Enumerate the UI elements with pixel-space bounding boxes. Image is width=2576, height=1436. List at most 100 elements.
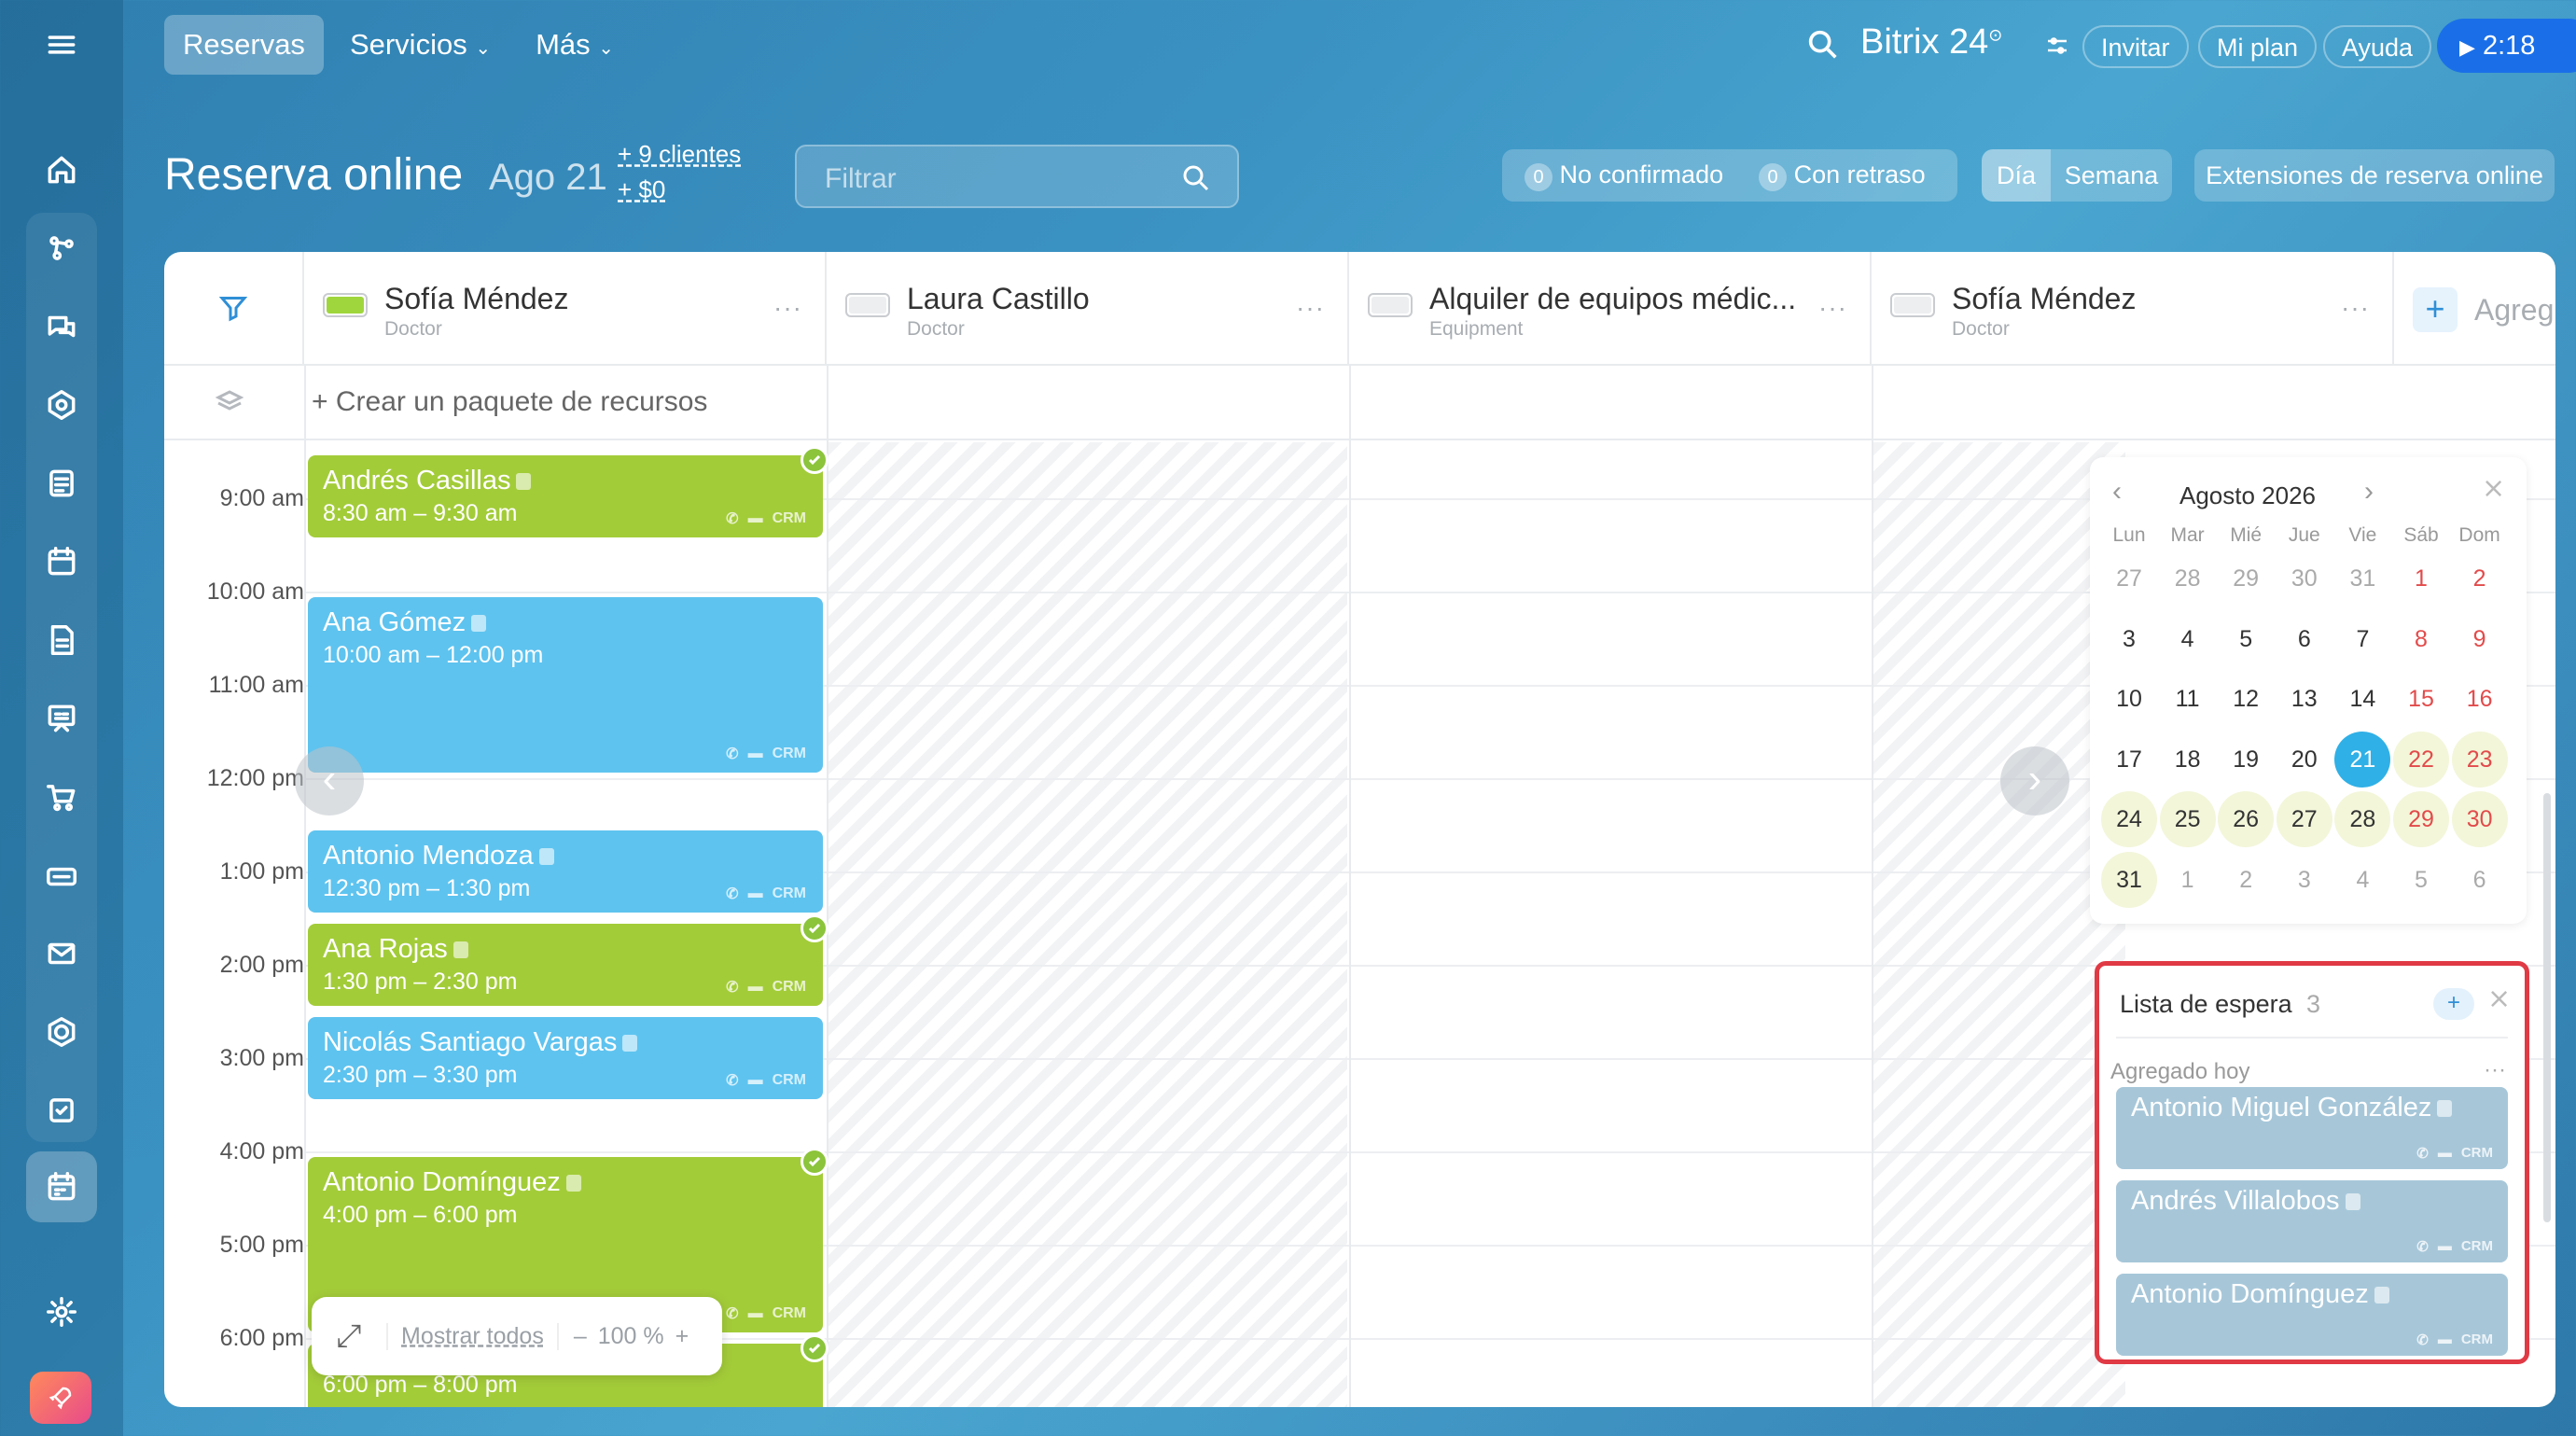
chat-icon[interactable]: ▬ <box>2438 1331 2452 1348</box>
zoom-in-button[interactable]: + <box>675 1323 689 1350</box>
clients-link[interactable]: + 9 clientes <box>618 140 741 169</box>
calendar-day[interactable]: 29 <box>2393 791 2449 848</box>
calendar-day[interactable]: 20 <box>2277 732 2332 788</box>
waitlist-item[interactable]: Antonio Miguel González ✆ ▬ CRM <box>2116 1087 2508 1169</box>
collapse-icon[interactable]: ⨯ <box>2482 472 2505 505</box>
calendar-day[interactable]: 6 <box>2452 852 2508 908</box>
phone-icon[interactable]: ✆ <box>2416 1145 2429 1162</box>
calendar-day[interactable]: 21 <box>2334 731 2391 788</box>
collapse-icon[interactable]: ⨯ <box>2487 983 2511 1015</box>
calendar-day[interactable]: 27 <box>2101 551 2157 606</box>
phone-icon[interactable]: ✆ <box>726 509 738 528</box>
calendar-day[interactable]: 24 <box>2101 791 2157 848</box>
timer-button[interactable]: ▶ 2:18 <box>2437 19 2576 73</box>
phone-icon[interactable]: ✆ <box>726 745 738 763</box>
more-icon[interactable]: ··· <box>1818 293 1847 323</box>
settings-icon[interactable] <box>26 1276 97 1347</box>
booking-card[interactable]: Ana Gómez 10:00 am – 12:00 pm ✆ ▬ CRM <box>308 597 823 773</box>
resource-header[interactable]: Laura Castillo Doctor ··· <box>827 252 1349 366</box>
view-day-button[interactable]: Día <box>1982 149 2051 202</box>
calendar-day[interactable]: 5 <box>2218 611 2274 667</box>
scroll-left-icon[interactable]: ‹ <box>295 746 364 816</box>
crm-label[interactable]: CRM <box>2461 1238 2493 1255</box>
calendar-day[interactable]: 12 <box>2218 671 2274 727</box>
calendar-day[interactable]: 16 <box>2452 671 2508 727</box>
phone-icon[interactable]: ✆ <box>726 1304 738 1323</box>
chat-icon[interactable] <box>26 291 97 362</box>
phone-icon[interactable]: ✆ <box>2416 1238 2429 1255</box>
add-resource[interactable]: + Agreg <box>2394 252 2555 366</box>
resource-header[interactable]: Alquiler de equipos médic... Equipment ··… <box>1349 252 1872 366</box>
calendar-day[interactable]: 18 <box>2160 732 2216 788</box>
more-icon[interactable]: ··· <box>1296 293 1325 323</box>
calendar-day[interactable]: 1 <box>2393 551 2449 606</box>
expand-icon[interactable]: ⤢ <box>312 1318 386 1355</box>
crm-label[interactable]: CRM <box>773 885 806 902</box>
calendar-icon[interactable] <box>26 526 97 597</box>
prev-month-icon[interactable]: ‹ <box>2112 476 2122 508</box>
invite-button[interactable]: Invitar <box>2082 25 2189 68</box>
chat-icon[interactable]: ▬ <box>748 979 763 996</box>
calendar-day[interactable]: 11 <box>2160 671 2216 727</box>
calendar-day[interactable]: 25 <box>2159 791 2216 848</box>
calendar-day[interactable]: 19 <box>2218 732 2274 788</box>
calendar-day[interactable]: 7 <box>2334 611 2390 667</box>
calendar-day[interactable]: 9 <box>2452 611 2508 667</box>
calendar-day[interactable]: 6 <box>2277 611 2332 667</box>
mail-icon[interactable] <box>26 918 97 989</box>
zoom-out-button[interactable]: – <box>556 1322 587 1350</box>
booking-card[interactable]: Andrés Casillas 8:30 am – 9:30 am ✆ ▬ CRM <box>308 455 823 537</box>
booking-card[interactable]: Nicolás Santiago Vargas 2:30 pm – 3:30 p… <box>308 1017 823 1099</box>
calendar-day[interactable]: 30 <box>2451 791 2508 848</box>
tasks-icon[interactable] <box>26 448 97 519</box>
help-button[interactable]: Ayuda <box>2323 25 2432 68</box>
vertical-scrollbar[interactable] <box>2543 793 2551 1222</box>
chat-icon[interactable]: ▬ <box>2438 1238 2452 1255</box>
resource-header[interactable]: Sofía Méndez Doctor ··· <box>1872 252 2394 366</box>
crm-label[interactable]: CRM <box>773 510 806 527</box>
waitlist-item[interactable]: Andrés Villalobos ✆ ▬ CRM <box>2116 1180 2508 1262</box>
unconfirmed-filter[interactable]: 0 No confirmado <box>1525 160 1723 191</box>
phone-icon[interactable]: ✆ <box>726 978 738 997</box>
calendar-day[interactable]: 14 <box>2334 671 2390 727</box>
crm-label[interactable]: CRM <box>773 979 806 996</box>
filter-field[interactable]: Filtrar <box>795 145 1239 208</box>
sites-icon[interactable] <box>26 997 97 1067</box>
chat-icon[interactable]: ▬ <box>748 885 763 902</box>
my-plan-button[interactable]: Mi plan <box>2198 25 2318 68</box>
rocket-icon[interactable] <box>30 1372 91 1424</box>
calendar-day[interactable]: 4 <box>2160 611 2216 667</box>
booking-card[interactable]: Antonio Mendoza 12:30 pm – 1:30 pm ✆ ▬ CRM <box>308 830 823 913</box>
more-icon[interactable]: ··· <box>2341 293 2370 323</box>
tab-mas[interactable]: Más ⌄ <box>517 15 633 75</box>
more-icon[interactable]: ··· <box>773 293 802 323</box>
chat-icon[interactable]: ▬ <box>748 1305 763 1322</box>
booking-card[interactable]: Ana Rojas 1:30 pm – 2:30 pm ✆ ▬ CRM <box>308 924 823 1006</box>
chat-icon[interactable]: ▬ <box>748 746 763 762</box>
document-icon[interactable] <box>26 605 97 676</box>
calendar-day[interactable]: 28 <box>2334 791 2391 848</box>
extensions-button[interactable]: Extensiones de reserva online <box>2194 149 2555 202</box>
checklist-icon[interactable] <box>26 1075 97 1146</box>
cart-icon[interactable] <box>26 761 97 832</box>
resource-header[interactable]: Sofía Méndez Doctor ··· <box>304 252 827 366</box>
inventory-icon[interactable] <box>26 840 97 911</box>
search-icon[interactable] <box>1804 26 1842 68</box>
phone-icon[interactable]: ✆ <box>726 1071 738 1090</box>
copilot-icon[interactable] <box>26 369 97 440</box>
calendar-day[interactable]: 1 <box>2160 852 2216 908</box>
delayed-filter[interactable]: 0 Con retraso <box>1759 160 1926 191</box>
crm-label[interactable]: CRM <box>2461 1331 2493 1348</box>
view-week-button[interactable]: Semana <box>2051 161 2172 190</box>
calendar-day[interactable]: 29 <box>2218 551 2274 606</box>
scroll-right-icon[interactable]: › <box>2000 746 2069 816</box>
phone-icon[interactable]: ✆ <box>726 885 738 903</box>
calendar-day[interactable]: 22 <box>2393 731 2449 788</box>
calendar-day[interactable]: 31 <box>2101 852 2157 908</box>
calendar-day[interactable]: 10 <box>2101 671 2157 727</box>
tab-servicios[interactable]: Servicios ⌄ <box>331 15 509 75</box>
feed-icon[interactable] <box>26 213 97 284</box>
presentation-icon[interactable] <box>26 683 97 754</box>
crm-label[interactable]: CRM <box>2461 1145 2493 1162</box>
calendar-day[interactable]: 27 <box>2276 791 2332 848</box>
